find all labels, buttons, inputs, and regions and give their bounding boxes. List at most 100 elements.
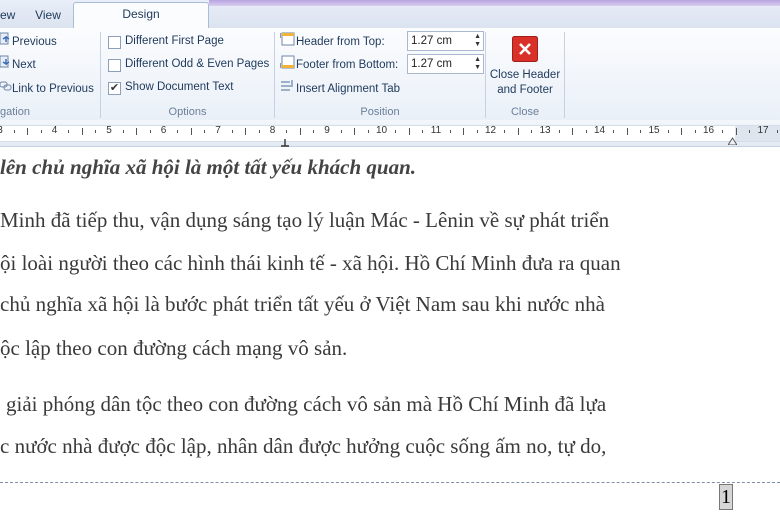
document-page[interactable]: lên chủ nghĩa xã hội là một tất yếu khác… — [0, 147, 780, 520]
link-to-previous-button[interactable]: Link to Previous — [0, 79, 94, 97]
navigation-group: Previous Next Link to Previous gation — [0, 28, 100, 120]
ruler-tick — [395, 130, 397, 133]
ruler-tick — [681, 128, 683, 135]
ruler-tick — [177, 130, 179, 133]
ruler-tick — [149, 130, 151, 133]
ruler-tick — [286, 130, 288, 133]
link-to-previous-label: Link to Previous — [12, 83, 94, 96]
different-odd-even-checkbox[interactable] — [108, 59, 121, 72]
ruler-tick — [27, 128, 29, 135]
ruler-tick — [667, 130, 669, 133]
footer-from-bottom-value: 1.27 cm — [411, 58, 452, 70]
header-from-top-text: Header from Top: — [296, 36, 385, 49]
insert-alignment-tab-label: Insert Alignment Tab — [296, 83, 400, 96]
page-number-field[interactable]: 1 — [719, 484, 733, 510]
document-line: Minh đã tiếp thu, vận dụng sáng tạo lý l… — [0, 208, 610, 232]
tab-review[interactable]: ew — [0, 4, 18, 26]
position-group-label: Position — [360, 106, 400, 118]
ruler-number: 14 — [593, 125, 606, 136]
ruler-tick — [95, 130, 97, 133]
group-divider — [564, 32, 565, 118]
ruler-tick — [585, 130, 587, 133]
ruler-tick — [640, 130, 642, 133]
previous-label: Previous — [12, 36, 57, 49]
header-from-top-label: Header from Top: — [279, 32, 385, 50]
close-header-footer-line1: Close Header — [489, 69, 561, 81]
different-odd-even-label: Different Odd & Even Pages — [125, 58, 270, 70]
close-group: Close Header and Footer Close — [486, 28, 564, 120]
show-document-text-label: Show Document Text — [125, 81, 234, 93]
document-line: ộc lập theo con đường cách mạng vô sản. — [0, 336, 348, 360]
tab-design[interactable]: Design — [73, 2, 209, 29]
ruler-tick — [367, 130, 369, 133]
ruler-tick — [449, 130, 451, 133]
document-line: giải phóng dân tộc theo con đường cách v… — [6, 392, 607, 416]
document-line: lên chủ nghĩa xã hội là một tất yếu khác… — [0, 155, 417, 179]
insert-alignment-tab-button[interactable]: Insert Alignment Tab — [280, 79, 400, 97]
ruler-number: 4 — [51, 125, 58, 136]
ruler-tick — [408, 128, 410, 135]
ruler-tick — [626, 128, 628, 135]
options-group-label: Options — [168, 106, 207, 118]
ruler-tick — [258, 130, 260, 133]
document-line: chủ nghĩa xã hội là bước phát triển tất … — [0, 292, 605, 316]
close-group-label: Close — [510, 106, 540, 118]
footer-separator — [0, 482, 780, 483]
position-group: Header from Top: 1.27 cm ▲ ▼ Footer from … — [275, 28, 485, 120]
footer-from-bottom-label: Footer from Bottom: — [279, 55, 398, 75]
footer-from-bottom-spinner[interactable]: 1.27 cm ▲ ▼ — [407, 54, 484, 74]
close-icon — [512, 36, 538, 62]
ruler-band — [0, 125, 780, 142]
tab-view[interactable]: View — [28, 4, 68, 26]
alignment-tab-icon — [280, 79, 296, 99]
ruler-tick — [776, 130, 778, 133]
link-icon — [0, 79, 12, 99]
ruler-tick — [299, 128, 301, 135]
horizontal-ruler[interactable]: 3 4 5 6 7 8 9 10 11 12 13 14 15 16 17 — [0, 120, 780, 147]
ruler-tick — [504, 130, 506, 133]
ruler-number: 6 — [160, 125, 167, 136]
ribbon-tab-strip: ew View Design — [0, 0, 780, 29]
ruler-tick — [340, 130, 342, 133]
ribbon: Previous Next Link to Previous gation Di… — [0, 28, 780, 121]
ruler-tick — [476, 130, 478, 133]
ruler-number: 15 — [648, 125, 660, 136]
ruler-number: 8 — [269, 125, 276, 136]
ruler-number: 13 — [539, 125, 551, 136]
next-button[interactable]: Next — [0, 55, 36, 73]
ruler-tick — [749, 130, 751, 133]
ruler-tick — [722, 130, 724, 133]
ruler-number: 7 — [215, 125, 221, 136]
show-document-text-checkbox[interactable]: ✔ — [108, 82, 121, 95]
ruler-tick — [40, 130, 42, 133]
next-label: Next — [12, 59, 36, 72]
header-from-top-value: 1.27 cm — [411, 35, 452, 47]
ruler-tick — [313, 130, 315, 133]
previous-button[interactable]: Previous — [0, 32, 57, 50]
ruler-tick — [68, 130, 70, 133]
ruler-number: 11 — [430, 125, 442, 136]
spinner-arrows-icon[interactable]: ▲ ▼ — [474, 56, 481, 72]
ruler-tick — [13, 130, 15, 133]
options-group: Different First Page Different Odd & Eve… — [101, 28, 274, 120]
document-line: ội loài người theo các hình thái kinh tế… — [0, 251, 621, 275]
different-first-page-label: Different First Page — [125, 35, 224, 47]
ruler-tick — [190, 128, 192, 135]
ruler-tick — [558, 130, 560, 133]
spinner-arrows-icon[interactable]: ▲ ▼ — [474, 33, 481, 49]
ruler-tick — [422, 130, 424, 133]
different-first-page-checkbox[interactable] — [108, 36, 121, 49]
ruler-tick — [531, 130, 533, 133]
close-header-footer-button[interactable]: Close Header and Footer — [486, 32, 564, 98]
previous-section-icon — [0, 32, 12, 52]
ruler-tick — [81, 128, 83, 135]
ruler-tick — [122, 130, 124, 133]
contextual-tab-tint — [209, 0, 780, 6]
ruler-tick — [694, 130, 696, 133]
ruler-tick — [735, 128, 737, 135]
footer-position-icon — [279, 55, 296, 75]
next-section-icon — [0, 55, 12, 75]
ruler-number: 16 — [702, 125, 715, 136]
header-from-top-spinner[interactable]: 1.27 cm ▲ ▼ — [407, 31, 484, 51]
ruler-tick — [204, 130, 206, 133]
